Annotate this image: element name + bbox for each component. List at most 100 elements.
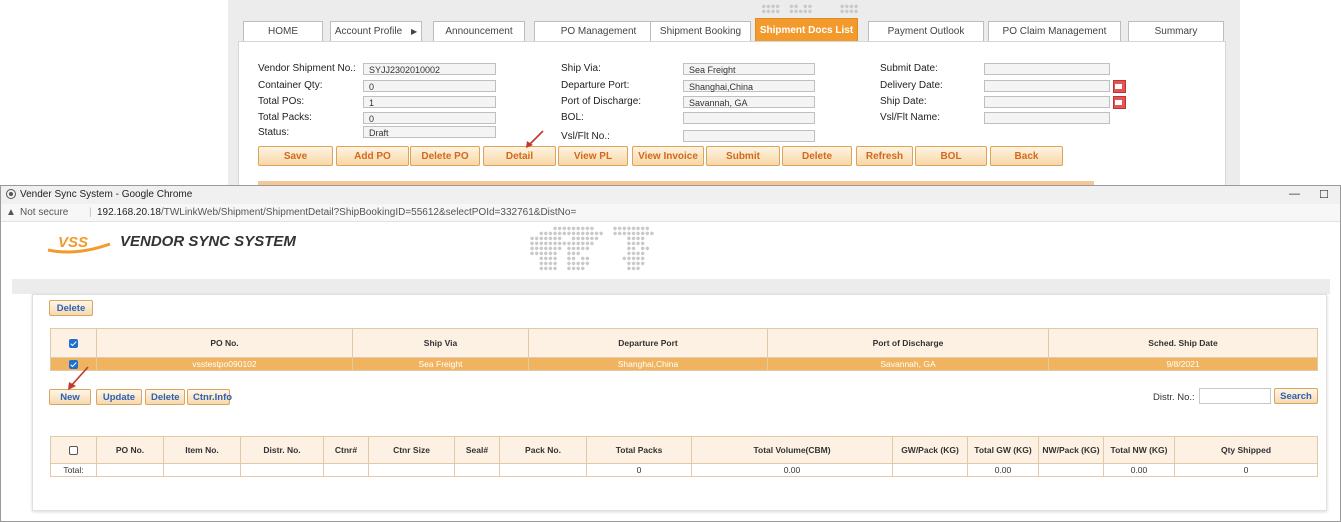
logo-text: VSS — [58, 234, 88, 251]
calendar-icon[interactable] — [1113, 96, 1126, 109]
total-row: Total: 0 0.00 0.00 0.00 0 — [50, 463, 1318, 477]
add-po-button[interactable]: Add PO — [336, 146, 409, 166]
delete-button[interactable]: Delete — [782, 146, 852, 166]
col-nw-pack[interactable]: NW/Pack (KG) — [1038, 436, 1104, 464]
select-all-cell — [50, 436, 97, 464]
total-volume-cell: 0.00 — [691, 463, 893, 477]
tab-account-profile[interactable]: Account Profile ▶ — [330, 21, 422, 41]
watermark-dots: ●●●●●●●●● ●●●●●●●● ●●●●●●●●●●●●●● ●●●●●●… — [530, 225, 655, 272]
total-cell — [96, 463, 164, 477]
port-of-discharge-field[interactable]: Savannah, GA — [683, 96, 815, 108]
tab-label: Account Profile — [334, 26, 403, 37]
departure-port-field[interactable]: Shanghai,China — [683, 80, 815, 92]
total-cell — [1038, 463, 1104, 477]
col-sched-ship-date[interactable]: Sched. Ship Date — [1048, 328, 1318, 358]
ship-via-field[interactable]: Sea Freight — [683, 63, 815, 75]
search-button[interactable]: Search — [1274, 388, 1318, 404]
caret-right-icon: ▶ — [410, 27, 418, 36]
view-invoice-button[interactable]: View Invoice — [632, 146, 704, 166]
content-panel: Delete PO No. Ship Via Departure Port Po… — [32, 294, 1327, 511]
chrome-icon — [6, 189, 16, 199]
col-po-no[interactable]: PO No. — [96, 436, 164, 464]
ship-via-label: Ship Via: — [561, 63, 601, 74]
vss-logo-icon: VSS — [47, 234, 111, 254]
url-text[interactable]: 192.168.20.18/TWLinkWeb/Shipment/Shipmen… — [97, 207, 576, 218]
col-item-no[interactable]: Item No. — [163, 436, 241, 464]
maximize-icon[interactable]: ☐ — [1319, 188, 1329, 201]
tab-summary[interactable]: Summary — [1128, 21, 1224, 41]
col-ship-via[interactable]: Ship Via — [352, 328, 529, 358]
page-content: VSS VENDOR SYNC SYSTEM ●●●●●●●●● ●●●●●●●… — [1, 222, 1340, 521]
calendar-icon[interactable] — [1113, 80, 1126, 93]
warning-icon[interactable]: ▲ — [6, 207, 16, 218]
delivery-date-field[interactable] — [984, 80, 1110, 92]
table-row[interactable]: vsstestpo090102 Sea Freight Shanghai,Chi… — [50, 357, 1318, 371]
tab-shipment-booking[interactable]: Shipment Booking — [650, 21, 751, 41]
col-ctnr-size[interactable]: Ctnr Size — [368, 436, 455, 464]
submit-date-field[interactable] — [984, 63, 1110, 75]
total-packs-cell: 0 — [586, 463, 692, 477]
col-total-nw[interactable]: Total NW (KG) — [1103, 436, 1175, 464]
container-qty-field[interactable]: 0 — [363, 80, 496, 92]
col-total-volume[interactable]: Total Volume(CBM) — [691, 436, 893, 464]
vsl-flt-no-field[interactable] — [683, 130, 815, 142]
total-cell — [368, 463, 455, 477]
minimize-icon[interactable]: — — [1289, 188, 1300, 200]
tab-po-claim-management[interactable]: PO Claim Management — [988, 21, 1121, 41]
ctnr-info-button[interactable]: Ctnr.Info — [187, 389, 232, 405]
view-pl-button[interactable]: View PL — [558, 146, 628, 166]
delete-row-button[interactable]: Delete — [145, 389, 185, 405]
total-packs-field[interactable]: 0 — [363, 112, 496, 124]
col-gw-pack[interactable]: GW/Pack (KG) — [892, 436, 968, 464]
browser-window: Vender Sync System - Google Chrome — ☐ ▲… — [0, 185, 1341, 522]
detail-table: PO No. Item No. Distr. No. Ctnr# Ctnr Si… — [50, 436, 1318, 477]
background-app: ●●●● ●● ●● ●●●● ●●●● ●●●●● ●●●● HOME Acc… — [228, 0, 1240, 186]
not-secure-label[interactable]: Not secure — [20, 207, 68, 218]
col-distr-no[interactable]: Distr. No. — [240, 436, 324, 464]
delete-button[interactable]: Delete — [49, 300, 93, 316]
col-port-of-discharge[interactable]: Port of Discharge — [767, 328, 1049, 358]
table-header-row: PO No. Ship Via Departure Port Port of D… — [50, 328, 1318, 358]
delete-po-button[interactable]: Delete PO — [410, 146, 480, 166]
tab-announcement[interactable]: Announcement — [433, 21, 525, 41]
tab-shipment-docs-list[interactable]: Shipment Docs List — [755, 18, 858, 41]
select-all-checkbox[interactable] — [69, 446, 78, 456]
save-button[interactable]: Save — [258, 146, 333, 166]
tab-payment-outlook[interactable]: Payment Outlook — [868, 21, 984, 41]
vsl-flt-name-field[interactable] — [984, 112, 1110, 124]
vendor-shipment-no-field[interactable]: SYJJ2302010002 — [363, 63, 496, 75]
status-field[interactable]: Draft — [363, 126, 496, 138]
url-path: /TWLinkWeb/Shipment/ShipmentDetail?ShipB… — [160, 207, 577, 218]
col-total-packs[interactable]: Total Packs — [586, 436, 692, 464]
delivery-date-label: Delivery Date: — [880, 80, 943, 91]
total-pos-field[interactable]: 1 — [363, 96, 496, 108]
submit-button[interactable]: Submit — [706, 146, 780, 166]
sched-ship-date-cell: 9/8/2021 — [1048, 357, 1318, 371]
col-departure-port[interactable]: Departure Port — [528, 328, 768, 358]
back-button[interactable]: Back — [990, 146, 1063, 166]
update-button[interactable]: Update — [96, 389, 142, 405]
bol-field[interactable] — [683, 112, 815, 124]
detail-button[interactable]: Detail — [483, 146, 556, 166]
col-seal-no[interactable]: Seal# — [454, 436, 500, 464]
departure-port-cell: Shanghai,China — [528, 357, 768, 371]
col-total-gw[interactable]: Total GW (KG) — [967, 436, 1039, 464]
annotation-arrow — [68, 366, 89, 390]
select-all-checkbox[interactable] — [69, 339, 78, 349]
total-gw-cell: 0.00 — [967, 463, 1039, 477]
refresh-button[interactable]: Refresh — [856, 146, 913, 166]
bol-button[interactable]: BOL — [915, 146, 987, 166]
table-header-row: PO No. Item No. Distr. No. Ctnr# Ctnr Si… — [50, 436, 1318, 464]
select-all-cell — [50, 328, 97, 358]
ship-date-field[interactable] — [984, 96, 1110, 108]
col-po-no[interactable]: PO No. — [96, 328, 353, 358]
col-ctnr-no[interactable]: Ctnr# — [323, 436, 369, 464]
col-pack-no[interactable]: Pack No. — [499, 436, 587, 464]
address-bar[interactable]: ▲ Not secure | 192.168.20.18/TWLinkWeb/S… — [1, 204, 1340, 222]
tab-po-management[interactable]: PO Management — [534, 21, 663, 41]
page-header: VSS VENDOR SYNC SYSTEM ●●●●●●●●● ●●●●●●●… — [1, 222, 1340, 277]
distr-no-input[interactable] — [1199, 388, 1271, 404]
tab-home[interactable]: HOME — [243, 21, 323, 41]
po-table: PO No. Ship Via Departure Port Port of D… — [50, 328, 1318, 371]
col-qty-shipped[interactable]: Qty Shipped — [1174, 436, 1318, 464]
